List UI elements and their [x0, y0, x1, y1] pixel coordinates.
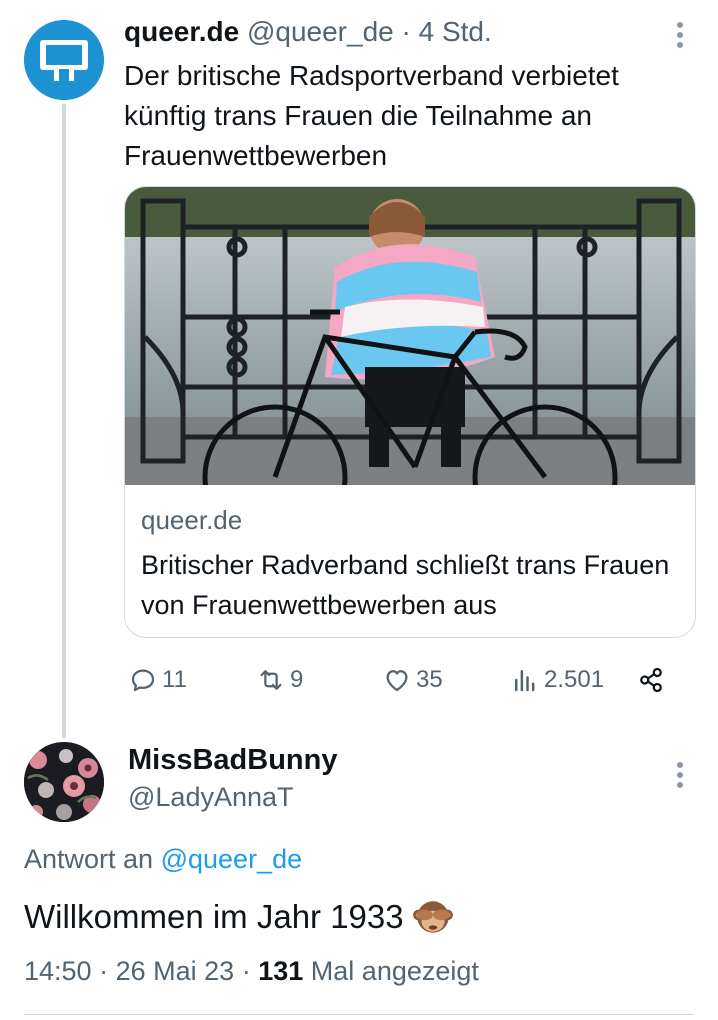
queer-de-logo: [24, 20, 104, 100]
reply-time[interactable]: 14:50: [24, 956, 92, 986]
floral-avatar-image: [24, 742, 104, 822]
more-icon-dot: [677, 32, 683, 38]
thread-line: [62, 104, 66, 738]
more-options-button[interactable]: [668, 18, 692, 52]
reply-icon: [131, 669, 155, 692]
views-icon: [515, 670, 535, 692]
retweet-count: 9: [290, 666, 304, 693]
views-button[interactable]: 2.501: [510, 660, 604, 700]
reply-view-count: 131: [258, 956, 304, 986]
card-image-cyclist-with-flag: [125, 187, 695, 485]
share-icon: [640, 667, 662, 693]
see-no-evil-monkey-icon: [412, 901, 453, 933]
share-button[interactable]: [636, 660, 666, 700]
reply-count: 11: [162, 666, 187, 693]
missbadbunny-avatar[interactable]: [24, 742, 104, 822]
reply-author-handle[interactable]: @LadyAnnaT: [128, 782, 294, 813]
reply-view-suffix[interactable]: Mal angezeigt: [311, 956, 479, 986]
retweet-button[interactable]: 9: [256, 660, 303, 700]
tweet-time[interactable]: 4 Std.: [419, 16, 492, 47]
queer-de-avatar[interactable]: [24, 20, 104, 100]
tweet-actions: 11 9 35 2.501: [124, 660, 696, 700]
reply-prefix: Antwort an: [24, 844, 154, 874]
retweet-icon: [260, 670, 282, 690]
card-title: Britischer Radverband schließt trans Fra…: [141, 550, 670, 620]
like-button[interactable]: 35: [382, 660, 443, 700]
views-count: 2.501: [544, 666, 605, 693]
like-icon: [386, 670, 408, 692]
reply-text: Willkommen im Jahr 1933: [24, 898, 404, 935]
reply-to-line: Antwort an @queer_de: [24, 844, 302, 875]
tweet-header: queer.de @queer_de · 4 Std.: [124, 16, 492, 48]
reply-target-link[interactable]: @queer_de: [161, 844, 303, 874]
reply-button[interactable]: 11: [128, 660, 187, 700]
reply-date[interactable]: 26 Mai 23: [116, 956, 235, 986]
reply-text-container: Willkommen im Jahr 1933: [24, 896, 454, 938]
author-name[interactable]: queer.de: [124, 16, 239, 47]
reply-more-options-button[interactable]: [668, 758, 692, 792]
more-icon-dot: [677, 42, 683, 48]
reply-meta: 14:50 · 26 Mai 23 · 131 Mal angezeigt: [24, 956, 479, 987]
more-icon-dot: [677, 772, 683, 778]
more-icon: [677, 22, 683, 28]
reply-author-name[interactable]: MissBadBunny: [128, 744, 337, 777]
tweet-text: Der britische Radsportverband verbietet …: [124, 60, 619, 171]
meta-separator: ·: [99, 956, 109, 986]
more-icon: [677, 762, 683, 768]
divider: [24, 1014, 694, 1015]
meta-separator: ·: [241, 956, 251, 986]
author-handle[interactable]: @queer_de: [247, 16, 394, 47]
more-icon-dot: [677, 782, 683, 788]
header-separator: ·: [401, 16, 411, 47]
link-card[interactable]: queer.de Britischer Radverband schließt …: [124, 186, 696, 638]
card-domain: queer.de: [141, 505, 243, 535]
like-count: 35: [416, 666, 443, 693]
